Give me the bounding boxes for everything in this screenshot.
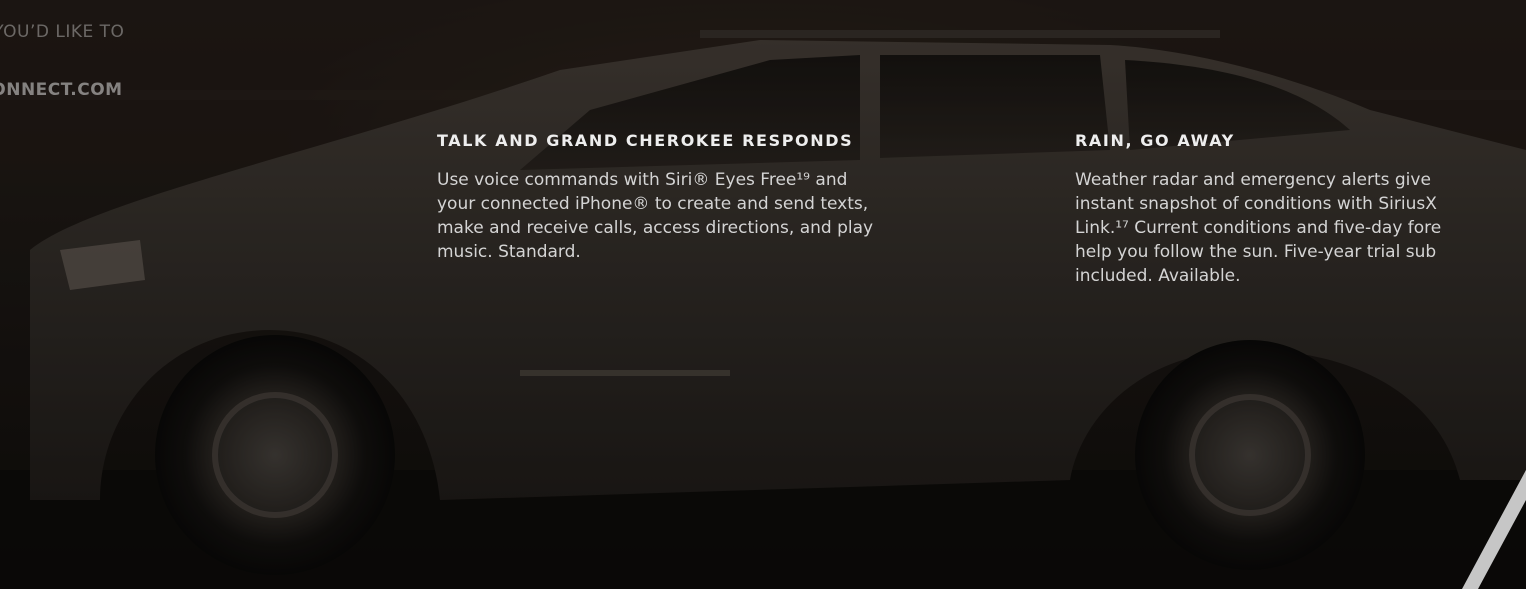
decorative-slash-icon (1462, 470, 1526, 589)
